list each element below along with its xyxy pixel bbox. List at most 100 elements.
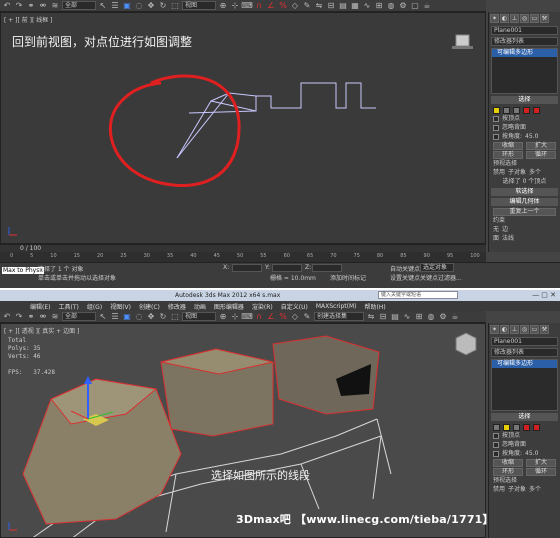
redo-icon[interactable]: ↷ (14, 1, 24, 11)
stack-item[interactable]: 可编辑多边形 (492, 360, 557, 368)
constraint-face-radio[interactable]: 面 (493, 235, 499, 243)
percent-snap-icon[interactable]: % (278, 312, 288, 322)
rect-selection-icon[interactable]: ▣ (122, 312, 132, 322)
display-tab-icon[interactable]: ▭ (530, 13, 539, 23)
shrink-button[interactable]: 收缩 (493, 459, 523, 467)
by-angle-value[interactable]: 45.0 (525, 450, 538, 458)
named-selection-dropdown[interactable]: 创建选择集 (314, 312, 364, 321)
scale-icon[interactable]: ⬚ (170, 312, 180, 322)
by-vertex-checkbox[interactable] (493, 433, 499, 439)
grow-button[interactable]: 扩大 (526, 459, 556, 467)
redo-icon[interactable]: ↷ (14, 312, 24, 322)
motion-tab-icon[interactable]: ◎ (520, 324, 529, 334)
material-editor-icon[interactable]: ◍ (386, 1, 396, 11)
rotate-icon[interactable]: ↻ (158, 1, 168, 11)
vertex-mode-icon[interactable] (493, 423, 500, 431)
preview-off-radio[interactable]: 禁用 (493, 486, 505, 494)
undo-icon[interactable]: ↶ (2, 312, 12, 322)
graphite-icon[interactable]: ▦ (350, 1, 360, 11)
display-tab-icon[interactable]: ▭ (530, 324, 539, 334)
preview-subobject-radio[interactable]: 子对象 (508, 486, 526, 494)
link-icon[interactable]: ⚭ (26, 312, 36, 322)
render-icon[interactable]: ☕ (422, 1, 432, 11)
menu-item[interactable]: 视图(V) (110, 302, 131, 311)
rotate-icon[interactable]: ↻ (158, 312, 168, 322)
element-mode-icon[interactable] (533, 423, 540, 431)
menu-item[interactable]: 图形编辑器 (214, 302, 244, 311)
utilities-tab-icon[interactable]: ⚒ (540, 13, 549, 23)
align-icon[interactable]: ⊟ (378, 312, 388, 322)
move-icon[interactable]: ✥ (146, 312, 156, 322)
menu-item[interactable]: 自定义(U) (281, 302, 308, 311)
reference-coordinate-dropdown[interactable]: 视图 (182, 1, 216, 10)
menu-item[interactable]: 创建(C) (139, 302, 160, 311)
select-manipulate-icon[interactable]: ⊹ (230, 1, 240, 11)
front-viewport[interactable]: [ + ][ 前 ][ 线框 ] 回到前视图，对点位进行如图调整 (0, 12, 486, 244)
time-slider[interactable]: 0 / 100 (0, 244, 486, 252)
track-bar[interactable]: 0 5 10 15 20 25 30 35 40 45 50 55 60 65 70 75 80 85 90 95 10… (0, 252, 486, 262)
render-frame-icon[interactable]: ▢ (410, 1, 420, 11)
preview-subobject-radio[interactable]: 子对象 (508, 169, 526, 177)
schematic-icon[interactable]: ⊞ (374, 1, 384, 11)
render-setup-icon[interactable]: ⚙ (398, 1, 408, 11)
constraint-none-radio[interactable]: 无 (493, 226, 499, 234)
preview-multi-radio[interactable]: 多个 (529, 486, 541, 494)
reference-coordinate-dropdown[interactable]: 视图 (182, 312, 216, 321)
unlink-icon[interactable]: ⚮ (38, 312, 48, 322)
mirror-icon[interactable]: ⇋ (366, 312, 376, 322)
x-coordinate-field[interactable] (232, 264, 262, 272)
bind-space-warp-icon[interactable]: ≋ (50, 1, 60, 11)
constraint-edge-radio[interactable]: 边 (502, 226, 508, 234)
by-angle-value[interactable]: 45.0 (525, 133, 538, 141)
polygon-mode-icon[interactable] (523, 106, 530, 114)
key-mode-dropdown[interactable]: 选定对象 (420, 263, 454, 272)
create-tab-icon[interactable]: ✶ (490, 324, 499, 334)
spinner-snap-icon[interactable]: ◇ (290, 312, 300, 322)
snap-toggle-icon[interactable]: ∩ (254, 312, 264, 322)
layer-icon[interactable]: ▤ (390, 312, 400, 322)
border-mode-icon[interactable] (513, 106, 520, 114)
constraint-normal-radio[interactable]: 法线 (502, 235, 514, 243)
preview-multi-radio[interactable]: 多个 (529, 169, 541, 177)
selection-filter-dropdown[interactable]: 全部 (62, 1, 96, 10)
pivot-icon[interactable]: ⊕ (218, 1, 228, 11)
edit-geometry-rollout[interactable]: 编辑几何体 (491, 198, 558, 206)
edge-mode-icon[interactable] (503, 106, 510, 114)
shrink-button[interactable]: 收缩 (493, 142, 523, 150)
menu-item[interactable]: MAXScript(M) (316, 303, 357, 310)
key-filters-button[interactable]: 关键点过滤器... (420, 273, 462, 282)
motion-tab-icon[interactable]: ◎ (520, 13, 529, 23)
polygon-mode-icon[interactable] (523, 423, 530, 431)
align-icon[interactable]: ⊟ (326, 1, 336, 11)
modifier-stack[interactable]: 可编辑多边形 (491, 48, 558, 94)
loop-button[interactable]: 循环 (526, 468, 556, 476)
add-time-tag[interactable]: 添加时间标记 (330, 273, 366, 282)
vertex-mode-icon[interactable] (493, 106, 500, 114)
bind-space-warp-icon[interactable]: ≋ (50, 312, 60, 322)
pivot-icon[interactable]: ⊕ (218, 312, 228, 322)
object-name-field[interactable]: Plane001 (491, 337, 558, 346)
select-manipulate-icon[interactable]: ⊹ (230, 312, 240, 322)
grow-button[interactable]: 扩大 (526, 142, 556, 150)
selection-rollout[interactable]: 选择 (491, 413, 558, 421)
object-name-field[interactable]: Plane001 (491, 26, 558, 35)
preview-off-radio[interactable]: 禁用 (493, 169, 505, 177)
modify-tab-icon[interactable]: ◐ (500, 324, 509, 334)
unlink-icon[interactable]: ⚮ (38, 1, 48, 11)
curve-editor-icon[interactable]: ∿ (362, 1, 372, 11)
ring-button[interactable]: 环形 (493, 468, 523, 476)
hierarchy-tab-icon[interactable]: ⊥ (510, 324, 519, 334)
menu-item[interactable]: 组(G) (87, 302, 102, 311)
set-key-button[interactable]: 设置关键点 (390, 273, 420, 282)
z-coordinate-field[interactable] (312, 264, 342, 272)
window-controls-icon[interactable]: — ▢ ✕ (532, 291, 556, 299)
spinner-snap-icon[interactable]: ◇ (290, 1, 300, 11)
modifier-list-dropdown[interactable]: 修改器列表 (491, 348, 558, 357)
keyboard-shortcut-icon[interactable]: ⌨ (241, 312, 253, 322)
utilities-tab-icon[interactable]: ⚒ (540, 324, 549, 334)
auto-key-button[interactable]: 自动关键点 (390, 264, 420, 273)
window-crossing-icon[interactable]: ◌ (134, 1, 144, 11)
keyboard-shortcut-icon[interactable]: ⌨ (241, 1, 253, 11)
menu-item[interactable]: 工具(T) (58, 302, 78, 311)
loop-button[interactable]: 循环 (526, 151, 556, 159)
